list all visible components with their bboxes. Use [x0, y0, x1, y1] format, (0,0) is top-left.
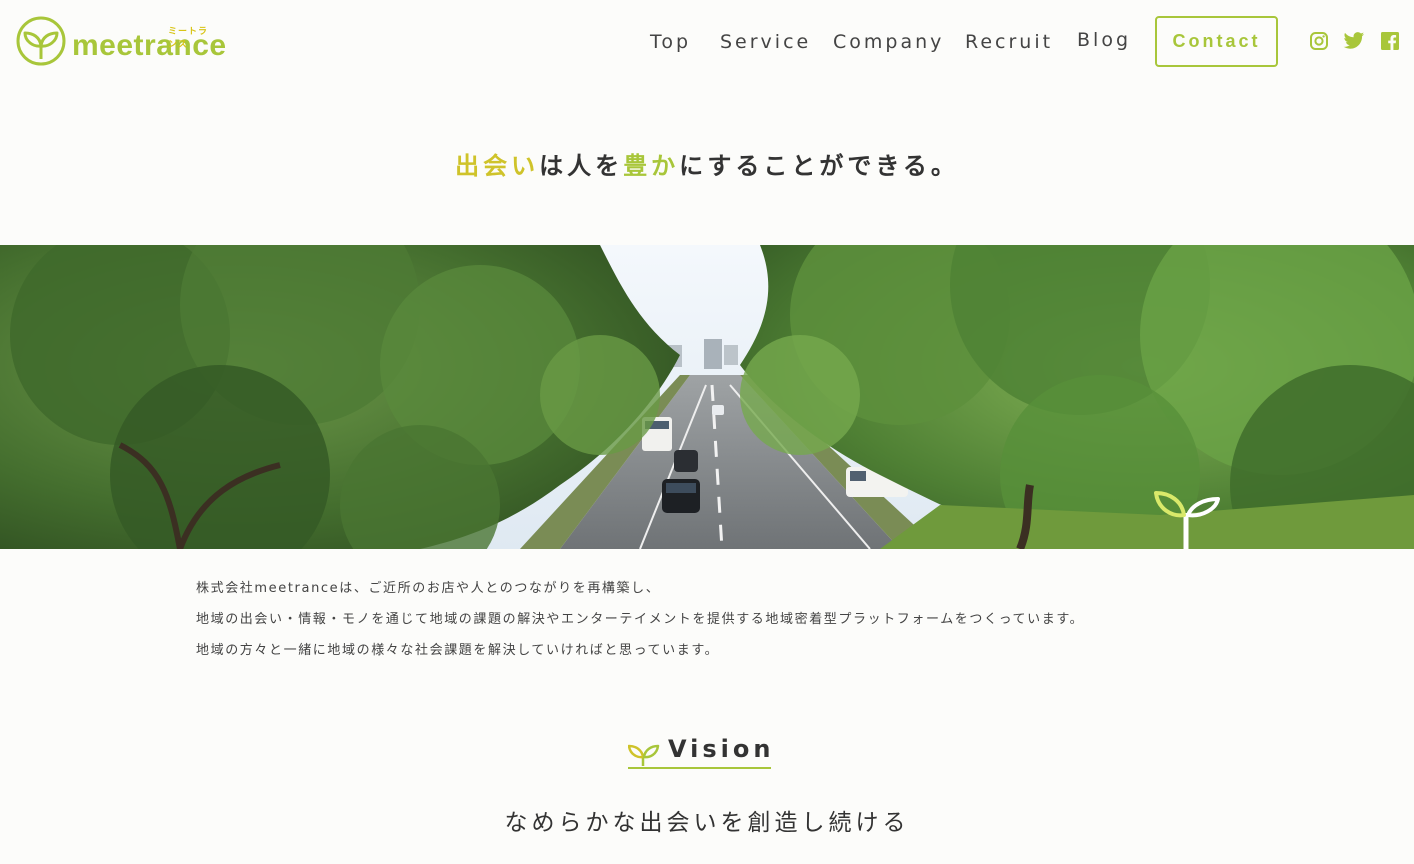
nav-recruit[interactable]: Recruit — [965, 31, 1053, 53]
logo[interactable]: meetrance ミートランス — [16, 15, 226, 69]
vision-subtitle: なめらかな出会いを創造し続ける — [504, 810, 910, 836]
intro-line: 株式会社meetranceは、ご近所のお店や人とのつながりを再構築し、 — [196, 581, 661, 596]
nav-service[interactable]: Service — [720, 31, 811, 53]
tagline-highlight-yutaka: 豊か — [623, 152, 680, 180]
tagline-highlight-deai: 出会い — [455, 152, 540, 180]
twitter-icon[interactable] — [1343, 31, 1365, 51]
instagram-icon[interactable] — [1309, 31, 1329, 51]
page: meetrance ミートランス Top Service Company Rec… — [0, 0, 1414, 864]
nav-company[interactable]: Company — [833, 31, 944, 53]
nav-top[interactable]: Top — [650, 31, 691, 53]
vision-title: Vision — [668, 735, 775, 763]
hero-image — [0, 245, 1414, 549]
nav-blog[interactable]: Blog — [1077, 29, 1131, 51]
facebook-icon[interactable] — [1381, 32, 1399, 50]
site-header: meetrance ミートランス Top Service Company Rec… — [0, 0, 1414, 84]
contact-button[interactable]: Contact — [1155, 16, 1278, 67]
tagline-text-2: にすることができる。 — [679, 152, 959, 180]
tagline: 出会いは人を豊かにすることができる。 — [0, 146, 1414, 181]
logo-kana: ミートランス — [168, 27, 209, 50]
sprout-logo-icon — [16, 16, 66, 66]
tagline-text-1: は人を — [539, 152, 624, 180]
hero-photo — [0, 245, 1414, 549]
intro-text: 株式会社meetranceは、ご近所のお店や人とのつながりを再構築し、 地域の出… — [196, 578, 1196, 671]
vision-heading: Vision — [628, 733, 771, 769]
intro-line: 地域の方々と一緒に地域の様々な社会課題を解決していければと思っています。 — [196, 643, 720, 658]
sprout-icon — [628, 744, 660, 766]
intro-line: 地域の出会い・情報・モノを通じて地域の課題の解決やエンターテイメントを提供する地… — [196, 612, 1085, 627]
